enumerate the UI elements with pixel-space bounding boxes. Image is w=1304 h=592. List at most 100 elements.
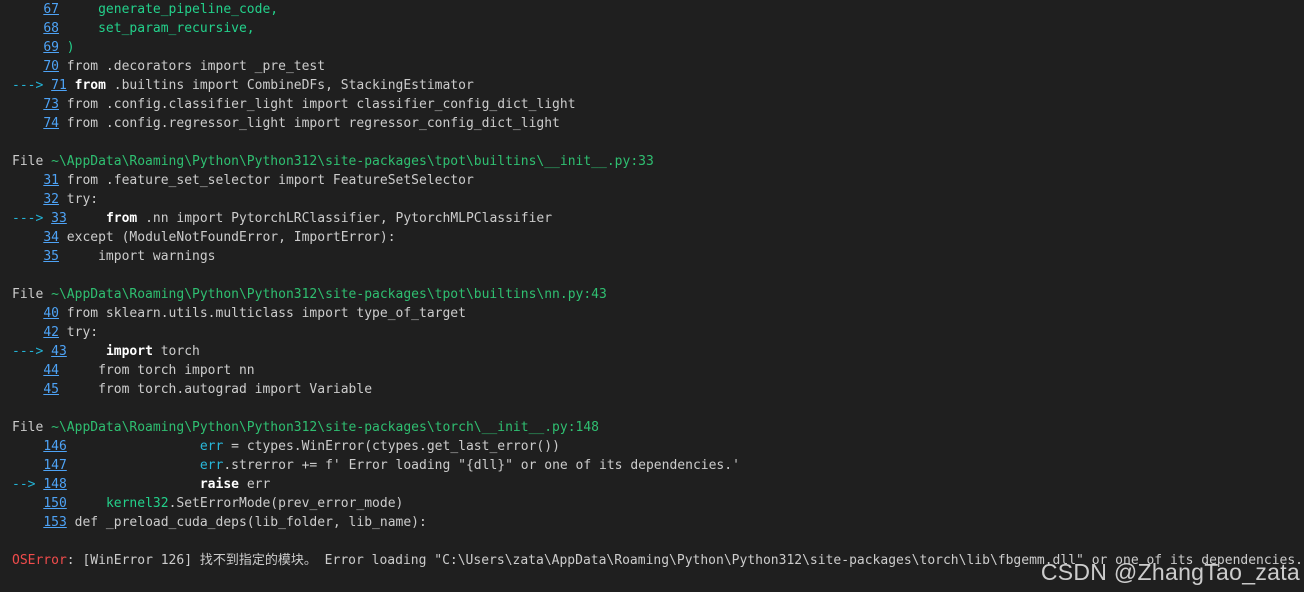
- line-gutter: [12, 363, 43, 378]
- line-number-link[interactable]: 67: [43, 2, 59, 17]
- code-text: .builtins import CombineDFs, StackingEst…: [105, 78, 474, 93]
- code-line: 32 try:: [12, 190, 1304, 209]
- code-line: 150 kernel32.SetErrorMode(prev_error_mod…: [12, 494, 1304, 513]
- current-line-arrow: --->: [12, 211, 52, 226]
- code-text: generate_pipeline_code,: [66, 2, 279, 17]
- code-text: from torch import nn: [66, 363, 255, 378]
- code-line: 74 from .config.regressor_light import r…: [12, 114, 1304, 133]
- code-line: 45 from torch.autograd import Variable: [12, 380, 1304, 399]
- line-gutter: [12, 21, 43, 36]
- code-line: 31 from .feature_set_selector import Fea…: [12, 171, 1304, 190]
- line-number-link[interactable]: 147: [43, 458, 66, 473]
- code-line: 40 from sklearn.utils.multiclass import …: [12, 304, 1304, 323]
- code-text: except (ModuleNotFoundError, ImportError…: [66, 230, 396, 245]
- code-line: 44 from torch import nn: [12, 361, 1304, 380]
- line-number-link[interactable]: 32: [43, 192, 59, 207]
- line-number-link[interactable]: 74: [43, 116, 59, 131]
- current-code-line: --> 148 raise err: [12, 475, 1304, 494]
- file-path-link[interactable]: ~\AppData\Roaming\Python\Python312\site-…: [51, 154, 654, 169]
- current-line-arrow: -->: [12, 477, 44, 492]
- line-number-link[interactable]: 35: [43, 249, 59, 264]
- code-text: set_param_recursive,: [66, 21, 255, 36]
- file-label: File: [12, 154, 52, 169]
- line-number-link[interactable]: 69: [43, 40, 59, 55]
- current-code-line: ---> 71 from .builtins import CombineDFs…: [12, 76, 1304, 95]
- line-gutter: [12, 325, 43, 340]
- error-name: OSError: [12, 553, 67, 568]
- line-number-link[interactable]: 70: [43, 59, 59, 74]
- line-number-link[interactable]: 34: [43, 230, 59, 245]
- line-number-link[interactable]: 44: [43, 363, 59, 378]
- line-number-link[interactable]: 40: [43, 306, 59, 321]
- line-number-link[interactable]: 153: [43, 515, 66, 530]
- code-text: import warnings: [66, 249, 216, 264]
- line-number-link[interactable]: 150: [43, 496, 66, 511]
- file-path-link[interactable]: ~\AppData\Roaming\Python\Python312\site-…: [51, 287, 607, 302]
- code-text: ): [66, 40, 75, 55]
- line-gutter: [12, 173, 43, 188]
- code-line: 42 try:: [12, 323, 1304, 342]
- code-keyword: from: [105, 211, 138, 226]
- code-line: 69 ): [12, 38, 1304, 57]
- code-line: 153 def _preload_cuda_deps(lib_folder, l…: [12, 513, 1304, 532]
- code-text: try:: [66, 325, 99, 340]
- code-line: 147 err.strerror += f' Error loading "{d…: [12, 456, 1304, 475]
- current-code-line: ---> 43 import torch: [12, 342, 1304, 361]
- code-text: torch: [152, 344, 200, 359]
- line-gutter: [12, 59, 43, 74]
- code-line: 35 import warnings: [12, 247, 1304, 266]
- frame-file-header: File ~\AppData\Roaming\Python\Python312\…: [12, 285, 1304, 304]
- line-gutter: [12, 2, 43, 17]
- line-number-link[interactable]: 33: [51, 211, 67, 226]
- line-number-link[interactable]: 148: [43, 477, 66, 492]
- code-line: 73 from .config.classifier_light import …: [12, 95, 1304, 114]
- code-line: 67 generate_pipeline_code,: [12, 0, 1304, 19]
- line-number-link[interactable]: 31: [43, 173, 59, 188]
- line-gutter: [12, 515, 43, 530]
- line-number-link[interactable]: 146: [43, 439, 66, 454]
- line-gutter: [12, 382, 43, 397]
- code-keyword: from: [74, 78, 106, 93]
- line-number-link[interactable]: 42: [43, 325, 59, 340]
- line-number-link[interactable]: 71: [51, 78, 67, 93]
- code-line: 68 set_param_recursive,: [12, 19, 1304, 38]
- line-gutter: [12, 458, 43, 473]
- file-label: File: [12, 287, 52, 302]
- line-number-link[interactable]: 43: [51, 344, 67, 359]
- code-text: def _preload_cuda_deps(lib_folder, lib_n…: [74, 515, 427, 530]
- current-line-arrow: --->: [12, 344, 52, 359]
- code-line: 34 except (ModuleNotFoundError, ImportEr…: [12, 228, 1304, 247]
- code-text: from .decorators import _pre_test: [66, 59, 326, 74]
- code-keyword: import: [105, 344, 153, 359]
- code-text: try:: [66, 192, 99, 207]
- frame-file-header: File ~\AppData\Roaming\Python\Python312\…: [12, 418, 1304, 437]
- code-text: from .feature_set_selector import Featur…: [66, 173, 474, 188]
- code-text: err: [239, 477, 271, 492]
- code-text: err.strerror += f' Error loading "{dll}"…: [199, 458, 740, 473]
- file-path-link[interactable]: ~\AppData\Roaming\Python\Python312\site-…: [51, 420, 599, 435]
- code-keyword: raise: [199, 477, 239, 492]
- line-gutter: [12, 439, 43, 454]
- code-text: from .config.regressor_light import regr…: [66, 116, 560, 131]
- line-gutter: [12, 230, 43, 245]
- line-number-link[interactable]: 73: [43, 97, 59, 112]
- current-code-line: ---> 33 from .nn import PytorchLRClassif…: [12, 209, 1304, 228]
- line-number-link[interactable]: 68: [43, 21, 59, 36]
- line-gutter: [12, 40, 43, 55]
- line-gutter: [12, 192, 43, 207]
- code-text: err = ctypes.WinError(ctypes.get_last_er…: [199, 439, 560, 454]
- code-text: kernel32.SetErrorMode(prev_error_mode): [105, 496, 404, 511]
- code-text: from .config.classifier_light import cla…: [66, 97, 576, 112]
- line-gutter: [12, 97, 43, 112]
- line-number-link[interactable]: 45: [43, 382, 59, 397]
- line-gutter: [12, 116, 43, 131]
- code-line: 146 err = ctypes.WinError(ctypes.get_las…: [12, 437, 1304, 456]
- code-text: .nn import PytorchLRClassifier, PytorchM…: [137, 211, 553, 226]
- file-label: File: [12, 420, 52, 435]
